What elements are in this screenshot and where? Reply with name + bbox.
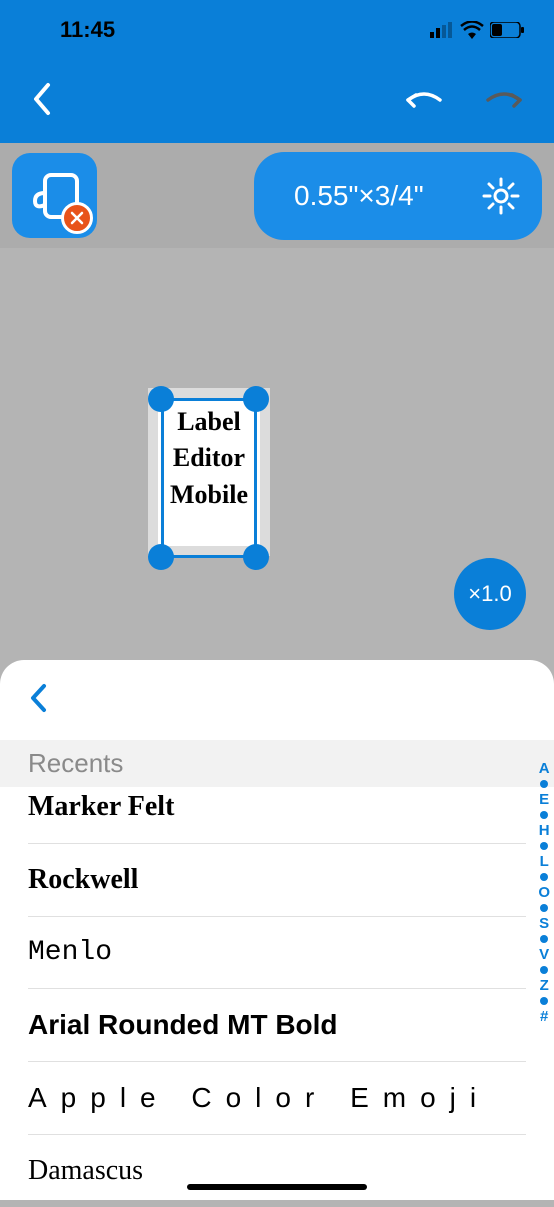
zoom-value: ×1.0 xyxy=(468,581,511,607)
selection-line xyxy=(254,398,257,556)
index-letter[interactable]: # xyxy=(540,1008,548,1025)
status-icons xyxy=(430,21,524,39)
index-letter[interactable]: H xyxy=(539,822,550,839)
cellular-icon xyxy=(430,22,454,38)
index-letter[interactable]: A xyxy=(539,760,550,777)
font-item[interactable]: Marker Felt xyxy=(28,787,526,844)
wifi-icon xyxy=(460,21,484,39)
selection-handle[interactable] xyxy=(148,544,174,570)
index-letter[interactable]: V xyxy=(539,946,549,963)
index-dot xyxy=(540,873,548,881)
size-label: 0.55"×3/4" xyxy=(294,180,424,212)
section-header: Recents xyxy=(0,740,554,787)
toolbar: 0.55"×3/4" xyxy=(0,143,554,248)
sheet-header xyxy=(0,660,554,740)
selection-handle[interactable] xyxy=(148,386,174,412)
redo-button[interactable] xyxy=(484,90,524,113)
index-letter[interactable]: O xyxy=(538,884,550,901)
redo-icon xyxy=(484,90,524,108)
index-letter[interactable]: Z xyxy=(540,977,549,994)
index-dot xyxy=(540,780,548,788)
battery-icon xyxy=(490,22,524,38)
status-bar: 11:45 xyxy=(0,0,554,60)
label-text: LabelEditorMobile xyxy=(158,398,260,513)
selection-handle[interactable] xyxy=(243,544,269,570)
font-item[interactable]: Apple Color Emoji xyxy=(28,1062,526,1135)
font-picker-sheet: Recents Marker Felt Rockwell Menlo Arial… xyxy=(0,660,554,1200)
label-type-button[interactable] xyxy=(12,153,97,238)
selection-line xyxy=(161,398,164,556)
home-indicator[interactable] xyxy=(187,1184,367,1190)
font-item[interactable]: Menlo xyxy=(28,917,526,989)
canvas[interactable]: LabelEditorMobile ×1.0 xyxy=(0,248,554,664)
size-selector[interactable]: 0.55"×3/4" xyxy=(254,152,542,240)
font-list[interactable]: Marker Felt Rockwell Menlo Arial Rounded… xyxy=(0,787,554,1207)
status-time: 11:45 xyxy=(60,17,115,43)
chevron-left-icon xyxy=(28,682,48,714)
close-badge-icon[interactable] xyxy=(61,202,93,234)
index-dot xyxy=(540,935,548,943)
font-item[interactable]: Damascus xyxy=(28,1135,526,1207)
index-dot xyxy=(540,997,548,1005)
zoom-indicator[interactable]: ×1.0 xyxy=(454,558,526,630)
nav-bar xyxy=(0,60,554,143)
index-dot xyxy=(540,966,548,974)
undo-icon xyxy=(404,90,444,108)
index-dot xyxy=(540,811,548,819)
index-letter[interactable]: S xyxy=(539,915,549,932)
index-dot xyxy=(540,842,548,850)
font-item[interactable]: Arial Rounded MT Bold xyxy=(28,989,526,1062)
index-letter[interactable]: E xyxy=(539,791,549,808)
sheet-back-button[interactable] xyxy=(28,682,48,719)
alpha-index[interactable]: A E H L O S V Z # xyxy=(538,760,550,1025)
back-button[interactable] xyxy=(30,81,52,122)
index-letter[interactable]: L xyxy=(540,853,549,870)
font-item[interactable]: Rockwell xyxy=(28,844,526,917)
undo-button[interactable] xyxy=(404,90,444,113)
gear-icon xyxy=(482,177,520,215)
selection-handle[interactable] xyxy=(243,386,269,412)
label-object[interactable]: LabelEditorMobile xyxy=(148,388,270,556)
chevron-left-icon xyxy=(30,81,52,117)
index-dot xyxy=(540,904,548,912)
